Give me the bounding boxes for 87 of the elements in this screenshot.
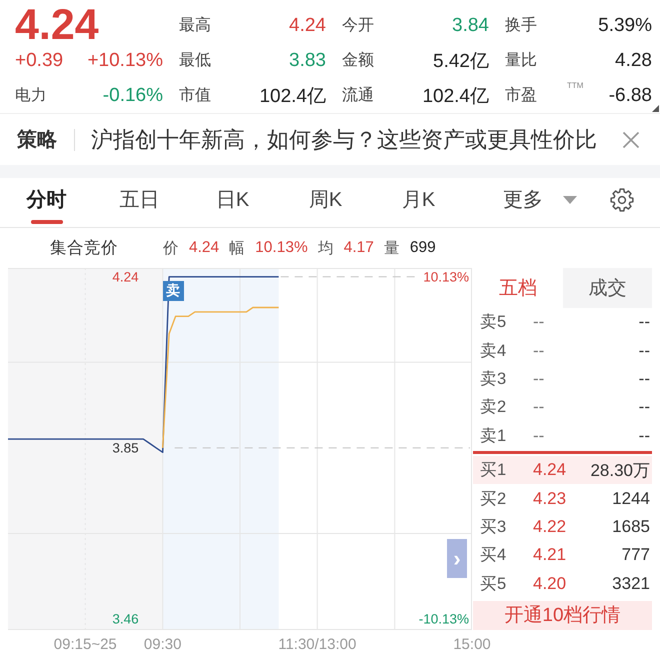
stat-value: 4.24 (289, 14, 326, 36)
level-price: 4.24 (533, 460, 568, 480)
stat-label: 最低 (179, 51, 211, 71)
price-axis-label: 4.24 (112, 269, 139, 284)
level-price: -- (533, 312, 546, 332)
level-volume: -- (638, 312, 650, 332)
stat-label: 市盈 (505, 86, 537, 106)
chart-tab[interactable]: 月K (372, 178, 465, 227)
stat-value: -6.88 (608, 84, 652, 106)
sector-change: -0.16% (102, 84, 163, 106)
level-price: 4.22 (533, 516, 568, 537)
order-book-tab[interactable]: 成交 (562, 268, 652, 308)
caret-icon (563, 196, 577, 204)
time-axis-label: 09:15~25 (54, 636, 117, 653)
readout-value: 699 (410, 239, 436, 257)
settings-icon[interactable] (610, 188, 634, 212)
level-label: 买1 (480, 460, 508, 482)
readout-label: 量 (384, 238, 400, 258)
time-axis-label: 15:00 (453, 636, 491, 653)
percent-axis-label: 10.13% (423, 269, 469, 284)
readout-value: 4.24 (189, 239, 220, 257)
level-volume: 1685 (612, 516, 650, 537)
price-axis-label: 3.46 (112, 612, 139, 627)
level-label: 买5 (480, 574, 508, 595)
level-volume: 3321 (612, 574, 650, 594)
stat-label: 换手 (505, 16, 537, 36)
chart-tab[interactable]: 五日 (93, 178, 186, 227)
level-label: 买4 (480, 545, 508, 566)
stat-label: 流通 (342, 86, 374, 106)
level-label: 买2 (480, 488, 508, 510)
news-headline[interactable]: 沪指创十年新高，如何参与？这些资产或更具性价比 (91, 124, 597, 154)
sector-name: 电力 (15, 86, 47, 106)
news-tag: 策略 (17, 126, 57, 153)
percent-axis-label: -10.13% (418, 612, 469, 627)
level-volume: 1244 (612, 488, 650, 509)
stat-label: 量比 (505, 50, 537, 71)
level-price: -- (533, 426, 546, 446)
readout-label: 均 (318, 238, 334, 258)
level-label: 卖3 (480, 368, 508, 390)
level-label: 卖2 (480, 397, 508, 418)
level-price: 4.20 (533, 574, 568, 594)
level-price: 4.23 (533, 488, 568, 509)
stat-label: 市值 (179, 86, 211, 106)
chart-tab[interactable]: 分时 (0, 178, 93, 227)
corner-triangle-icon (652, 105, 659, 112)
upgrade-button[interactable]: 开通10档行情 (473, 600, 652, 630)
level-label: 卖1 (480, 426, 508, 447)
level-price: -- (533, 368, 546, 389)
stat-label: 金额 (342, 50, 374, 71)
chart-tab[interactable]: 日K (186, 178, 279, 227)
stat-value: 3.84 (452, 14, 489, 36)
stat-label: 最高 (179, 16, 211, 36)
stat-value: 3.83 (289, 50, 326, 72)
chart-tab[interactable]: 周K (279, 178, 372, 227)
time-axis-label: 09:30 (144, 636, 182, 653)
last-price: 4.24 (15, 8, 99, 43)
stat-value: 5.42亿 (433, 50, 489, 74)
sell-marker: 卖 (162, 281, 184, 301)
more-dropdown[interactable]: 更多 (465, 178, 577, 227)
level-volume: 777 (622, 545, 650, 566)
price-axis-label: 3.85 (112, 440, 139, 456)
level-price: 4.21 (533, 545, 568, 566)
readout-value: 10.13% (255, 239, 308, 257)
level-price: -- (533, 340, 546, 361)
stat-value: 102.4亿 (422, 84, 489, 108)
level-volume: -- (638, 426, 650, 446)
level-volume: -- (638, 397, 650, 418)
readout-value: 4.17 (344, 239, 374, 257)
stat-value: 5.39% (598, 14, 652, 36)
readout-label: 价 (163, 238, 179, 258)
level-volume: -- (638, 340, 650, 361)
close-icon[interactable] (622, 130, 640, 148)
superscript-label: TTM (567, 81, 584, 90)
readout-label: 幅 (229, 238, 246, 258)
level-label: 卖4 (480, 340, 508, 362)
stat-value: 4.28 (615, 50, 652, 72)
stat-value: 102.4亿 (259, 84, 326, 108)
stat-label: 今开 (342, 16, 374, 36)
percent-change: +10.13% (87, 50, 163, 72)
time-axis-label: 11:30/13:00 (278, 636, 356, 653)
level-label: 卖5 (480, 312, 508, 334)
price-change: +0.39 (15, 50, 64, 72)
level-label: 买3 (480, 516, 508, 538)
level-price: -- (533, 397, 546, 418)
session-label: 集合竞价 (50, 238, 119, 259)
level-volume: -- (638, 368, 650, 389)
level-volume: 28.30万 (590, 460, 650, 482)
